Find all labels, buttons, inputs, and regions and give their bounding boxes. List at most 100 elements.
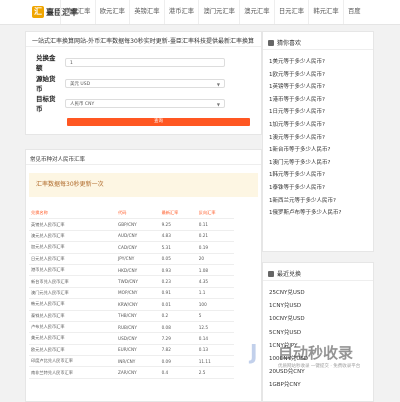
table-cell[interactable]: 澳门元兑人民币汇率 xyxy=(29,287,117,300)
recommend-header: 猜你喜欢 xyxy=(268,38,301,47)
table-cell: 0.91 xyxy=(159,287,197,300)
table-cell: GBP/CNY xyxy=(116,218,160,231)
table-cell: AUD/CNY xyxy=(116,230,160,243)
nav-link[interactable]: 港币汇率 xyxy=(163,0,199,24)
nav-link[interactable]: 美元汇率 xyxy=(60,0,95,24)
table-cell[interactable]: 美元兑人民币汇率 xyxy=(29,332,117,345)
list-item[interactable]: 1加元等于多少人民币? xyxy=(269,119,341,132)
nav-link[interactable]: 日元汇率 xyxy=(273,0,309,24)
table-cell[interactable]: 韩元兑人民币汇率 xyxy=(29,298,117,311)
target-currency-select[interactable]: 人民币 CNY ▼ xyxy=(65,98,225,108)
table-cell[interactable]: 英镑兑人民币汇率 xyxy=(29,218,117,231)
recent-header: 最近兑换 xyxy=(268,269,301,278)
table-cell[interactable]: 日元兑人民币汇率 xyxy=(29,253,117,265)
table-cell: INR/CNY xyxy=(116,355,160,368)
table-cell: 0.4 xyxy=(159,366,197,379)
list-item[interactable]: 1美元等于多少人民币? xyxy=(269,56,341,69)
list-item[interactable]: 1欧元等于多少人民币? xyxy=(269,69,341,82)
table-cell[interactable]: 印度卢比兑人民币汇率 xyxy=(29,355,117,368)
table-cell[interactable]: 欧元兑人民币汇率 xyxy=(29,344,117,357)
table-cell[interactable]: 新台币兑人民币汇率 xyxy=(29,275,117,288)
nav-link[interactable]: 韩元汇率 xyxy=(308,0,343,24)
amount-input[interactable]: 1 xyxy=(65,57,225,67)
list-item[interactable]: 1新台币等于多少人民币? xyxy=(269,144,341,157)
table-cell[interactable]: 南非兰特兑人民币汇率 xyxy=(29,366,117,379)
table-cell: 0.09 xyxy=(159,355,197,368)
table-header-row: 兑换名称 代码 最新汇率 反向汇率 xyxy=(29,208,234,220)
source-currency-value: 美元 USD xyxy=(70,81,91,87)
table-cell: 0.01 xyxy=(159,298,197,311)
table-cell: 9.25 xyxy=(159,218,197,231)
table-cell: 0.19 xyxy=(196,241,234,254)
table-cell[interactable]: 泰铢兑人民币汇率 xyxy=(29,310,117,322)
divider xyxy=(26,46,261,47)
list-item[interactable]: 1泰铢等于多少人民币? xyxy=(269,182,341,195)
table-row: 新台币兑人民币汇率 TWD/CNY 0.23 4.35 xyxy=(29,275,234,288)
nav-link[interactable]: 欧元汇率 xyxy=(94,0,130,24)
table-cell: HKD/CNY xyxy=(116,264,160,277)
recent-title: 最近兑换 xyxy=(277,271,302,278)
table-cell[interactable]: 港币兑人民币汇率 xyxy=(29,264,117,277)
table-row: 美元兑人民币汇率 USD/CNY 7.29 0.14 xyxy=(29,332,234,345)
table-cell: 4.35 xyxy=(196,275,234,288)
chevron-down-icon: ▼ xyxy=(216,81,220,87)
nav-link[interactable]: 百度 xyxy=(342,0,365,24)
source-currency-select[interactable]: 美元 USD ▼ xyxy=(65,78,225,88)
amount-row: 兑换金额 1 xyxy=(36,54,225,72)
table-cell: RUB/CNY xyxy=(116,321,160,334)
list-item[interactable]: 10CNY兑USD xyxy=(269,313,308,326)
logo-icon: 汇 xyxy=(32,6,44,18)
recommend-list: 1美元等于多少人民币? 1欧元等于多少人民币? 1英镑等于多少人民币? 1港币等于多少… xyxy=(269,56,341,220)
table-cell: KRW/CNY xyxy=(116,298,160,311)
recommend-panel: 猜你喜欢 1美元等于多少人民币? 1欧元等于多少人民币? 1英镑等于多少人民币? 1港… xyxy=(262,31,374,252)
column-header: 反向汇率 xyxy=(196,208,234,220)
table-row: 南非兰特兑人民币汇率 ZAR/CNY 0.4 2.5 xyxy=(29,366,234,379)
chevron-down-icon: ▼ xyxy=(216,101,220,107)
nav-link[interactable]: 英镑汇率 xyxy=(129,0,164,24)
table-cell: 12.5 xyxy=(196,321,234,334)
table-cell: 0.2 xyxy=(159,310,197,322)
table-row: 加元兑人民币汇率 CAD/CNY 5.31 0.19 xyxy=(29,241,234,254)
table-cell: 100 xyxy=(196,298,234,311)
table-cell[interactable]: 卢布兑人民币汇率 xyxy=(29,321,117,334)
table-row: 港币兑人民币汇率 HKD/CNY 0.93 1.08 xyxy=(29,264,234,277)
list-icon xyxy=(268,39,274,46)
nav-link[interactable]: 澳门元汇率 xyxy=(198,0,239,24)
list-item[interactable]: 1CNY兑USD xyxy=(269,300,308,313)
table-cell: 1.1 xyxy=(196,287,234,300)
table-cell: 20 xyxy=(196,253,234,265)
table-cell: USD/CNY xyxy=(116,332,160,345)
list-item[interactable]: 1澳门元等于多少人民币? xyxy=(269,157,341,170)
list-item[interactable]: 25CNY兑USD xyxy=(269,287,308,300)
table-cell: 0.21 xyxy=(196,230,234,243)
source-row: 源始货币 美元 USD ▼ xyxy=(36,75,225,93)
list-item[interactable]: 1港币等于多少人民币? xyxy=(269,94,341,107)
list-item[interactable]: 5CNY兑USD xyxy=(269,327,308,340)
list-item[interactable]: 1俄罗斯卢布等于多少人民币? xyxy=(269,207,341,220)
list-item[interactable]: 1新西兰元等于多少人民币? xyxy=(269,195,341,208)
column-header: 最新汇率 xyxy=(159,208,197,220)
table-cell: JPY/CNY xyxy=(116,253,160,265)
table-cell: ZAR/CNY xyxy=(116,366,160,379)
table-cell[interactable]: 澳元兑人民币汇率 xyxy=(29,230,117,243)
table-row: 卢布兑人民币汇率 RUB/CNY 0.08 12.5 xyxy=(29,321,234,334)
table-cell: TWD/CNY xyxy=(116,275,160,288)
list-item[interactable]: 1日元等于多少人民币? xyxy=(269,106,341,119)
converter-title: 一站式汇率换算网站-外币汇率数据每30秒实时更新-臺臣汇率科技提供最新汇率换算 xyxy=(32,38,254,45)
table-cell: 0.11 xyxy=(196,218,234,231)
table-cell[interactable]: 加元兑人民币汇率 xyxy=(29,241,117,254)
column-header: 代码 xyxy=(116,208,160,220)
table-row: 日元兑人民币汇率 JPY/CNY 0.05 20 xyxy=(29,253,234,265)
target-currency-value: 人民币 CNY xyxy=(70,101,95,107)
table-cell: 0.05 xyxy=(159,253,197,265)
table-cell: 7.82 xyxy=(159,344,197,357)
list-item[interactable]: 1澳元等于多少人民币? xyxy=(269,132,341,145)
table-cell: 11.11 xyxy=(196,355,234,368)
query-button[interactable]: 查询 xyxy=(67,118,250,126)
list-item[interactable]: 1韩元等于多少人民币? xyxy=(269,169,341,182)
nav-link[interactable]: 澳元汇率 xyxy=(239,0,274,24)
table-cell: 0.23 xyxy=(159,275,197,288)
table-cell: EUR/CNY xyxy=(116,344,160,357)
target-row: 目标货币 人民币 CNY ▼ xyxy=(36,95,225,113)
list-item[interactable]: 1英镑等于多少人民币? xyxy=(269,81,341,94)
